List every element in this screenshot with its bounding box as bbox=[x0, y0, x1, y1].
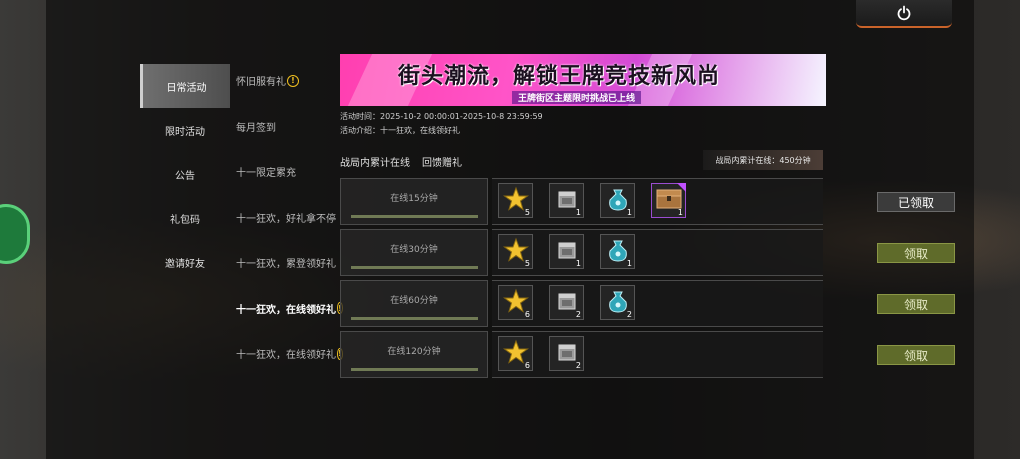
reward-row: 在线15分钟 5 1 1 1 已领取 bbox=[340, 178, 955, 225]
online-milestone: 在线15分钟 bbox=[340, 178, 488, 225]
item-quantity: 1 bbox=[626, 259, 632, 268]
activity-item[interactable]: 十一狂欢，好礼拿不停 bbox=[236, 195, 342, 241]
milestone-label: 在线15分钟 bbox=[390, 194, 438, 204]
item-quantity: 5 bbox=[524, 259, 530, 268]
main-nav: 日常活动 限时活动 公告 礼包码 邀请好友 bbox=[140, 64, 230, 284]
milestone-label: 在线30分钟 bbox=[390, 245, 438, 255]
item-quantity: 1 bbox=[626, 208, 632, 217]
online-milestone: 在线30分钟 bbox=[340, 229, 488, 276]
activity-desc: 活动介绍：十一狂欢，在线领好礼 bbox=[340, 126, 460, 135]
activity-item-label: 怀旧服有礼 bbox=[236, 77, 286, 89]
activity-item-label: 十一狂欢，好礼拿不停 bbox=[236, 213, 336, 225]
milestone-progress-bar bbox=[351, 317, 478, 320]
activity-item[interactable]: 怀旧服有礼! bbox=[236, 58, 342, 104]
nav-item[interactable]: 日常活动 bbox=[140, 64, 230, 108]
nav-item[interactable]: 礼包码 bbox=[140, 196, 230, 240]
metal-crate-icon bbox=[555, 238, 579, 266]
item-quantity: 1 bbox=[575, 208, 581, 217]
activity-item-label: 十一狂欢，在线领好礼 bbox=[236, 304, 336, 316]
header-reward-label: 回馈赠礼 bbox=[422, 158, 462, 169]
item-quantity: 6 bbox=[524, 361, 530, 370]
reward-item[interactable]: 1 bbox=[549, 183, 584, 218]
reward-item[interactable]: 5 bbox=[498, 234, 533, 269]
milestone-progress-bar bbox=[351, 368, 478, 371]
activity-banner: 街头潮流，解锁王牌竞技新风尚 王牌街区主题限时挑战已上线 bbox=[340, 54, 826, 106]
activity-item-label: 十一狂欢，累登领好礼 bbox=[236, 259, 336, 271]
reward-row: 在线120分钟 6 2 领取 bbox=[340, 331, 955, 378]
reward-item[interactable]: 2 bbox=[600, 285, 635, 320]
activity-item-label: 十一狂欢，在线领好礼 bbox=[236, 350, 336, 362]
reward-header: 战局内累计在线 回馈赠礼 bbox=[340, 154, 474, 169]
reward-item[interactable]: 5 bbox=[498, 183, 533, 218]
activity-item-label: 每月签到 bbox=[236, 122, 276, 134]
nav-item[interactable]: 邀请好友 bbox=[140, 240, 230, 284]
milestone-progress-bar bbox=[351, 215, 478, 218]
reward-items: 6 2 2 领取 bbox=[492, 280, 955, 327]
milestone-label: 在线60分钟 bbox=[390, 296, 438, 306]
bag-icon bbox=[606, 288, 630, 318]
activity-item[interactable]: 每月签到 bbox=[236, 104, 342, 150]
reward-item[interactable]: 2 bbox=[549, 285, 584, 320]
reward-item[interactable]: 6 bbox=[498, 285, 533, 320]
item-quantity: 5 bbox=[524, 208, 530, 217]
claim-button[interactable]: 领取 bbox=[877, 243, 955, 263]
milestone-progress-bar bbox=[351, 266, 478, 269]
reward-item[interactable]: 1 bbox=[651, 183, 686, 218]
bag-icon bbox=[606, 186, 630, 216]
reward-item[interactable]: 1 bbox=[600, 234, 635, 269]
reward-item[interactable]: 2 bbox=[549, 336, 584, 371]
reward-items: 5 1 1 领取 bbox=[492, 229, 955, 276]
activity-time: 活动时间：2025-10-2 00:00:01-2025-10-8 23:59:… bbox=[340, 112, 543, 121]
reward-items: 5 1 1 1 已领取 bbox=[492, 178, 955, 225]
online-milestone: 在线120分钟 bbox=[340, 331, 488, 378]
banner-subtitle: 王牌街区主题限时挑战已上线 bbox=[512, 91, 642, 104]
item-quantity: 1 bbox=[575, 259, 581, 268]
activity-list: 怀旧服有礼! 每月签到 十一限定累充 十一狂欢，好礼拿不停 十一狂欢，累登领好礼 十一狂欢… bbox=[236, 58, 343, 377]
reward-row: 在线60分钟 6 2 2 领取 bbox=[340, 280, 955, 327]
reward-row: 在线30分钟 5 1 1 领取 bbox=[340, 229, 955, 276]
banner-title: 街头潮流，解锁王牌竞技新风尚 bbox=[398, 64, 721, 89]
activity-item[interactable]: 十一限定累充 bbox=[236, 149, 342, 195]
metal-crate-icon bbox=[555, 187, 579, 215]
item-quantity: 2 bbox=[575, 310, 581, 319]
item-quantity: 1 bbox=[677, 208, 683, 217]
reward-item[interactable]: 6 bbox=[498, 336, 533, 371]
activity-info: 活动时间：2025-10-2 00:00:01-2025-10-8 23:59:… bbox=[340, 110, 826, 138]
milestone-label: 在线120分钟 bbox=[387, 347, 441, 357]
power-icon bbox=[897, 5, 911, 21]
activity-item[interactable]: 十一狂欢，累登领好礼 bbox=[236, 240, 342, 286]
activity-item[interactable]: 十一狂欢，在线领好礼! bbox=[236, 286, 343, 332]
online-milestone: 在线60分钟 bbox=[340, 280, 488, 327]
item-quantity: 2 bbox=[575, 361, 581, 370]
alert-icon: ! bbox=[287, 74, 299, 87]
reward-items: 6 2 领取 bbox=[492, 331, 955, 378]
total-online-badge: 战局内累计在线：450分钟 bbox=[703, 150, 823, 170]
reward-item[interactable]: 1 bbox=[600, 183, 635, 218]
claim-button[interactable]: 领取 bbox=[877, 345, 955, 365]
item-quantity: 6 bbox=[524, 310, 530, 319]
metal-crate-icon bbox=[555, 289, 579, 317]
activity-item[interactable]: 十一狂欢，在线领好礼! bbox=[236, 331, 343, 377]
reward-item[interactable]: 1 bbox=[549, 234, 584, 269]
metal-crate-icon bbox=[555, 340, 579, 368]
bag-icon bbox=[606, 237, 630, 267]
claim-button[interactable]: 领取 bbox=[877, 294, 955, 314]
claimed-button[interactable]: 已领取 bbox=[877, 192, 955, 212]
header-online-label: 战局内累计在线 bbox=[340, 158, 410, 169]
power-button[interactable] bbox=[856, 0, 952, 28]
nav-item[interactable]: 公告 bbox=[140, 152, 230, 196]
activity-item-label: 十一限定累充 bbox=[236, 168, 296, 180]
nav-item[interactable]: 限时活动 bbox=[140, 108, 230, 152]
item-quantity: 2 bbox=[626, 310, 632, 319]
